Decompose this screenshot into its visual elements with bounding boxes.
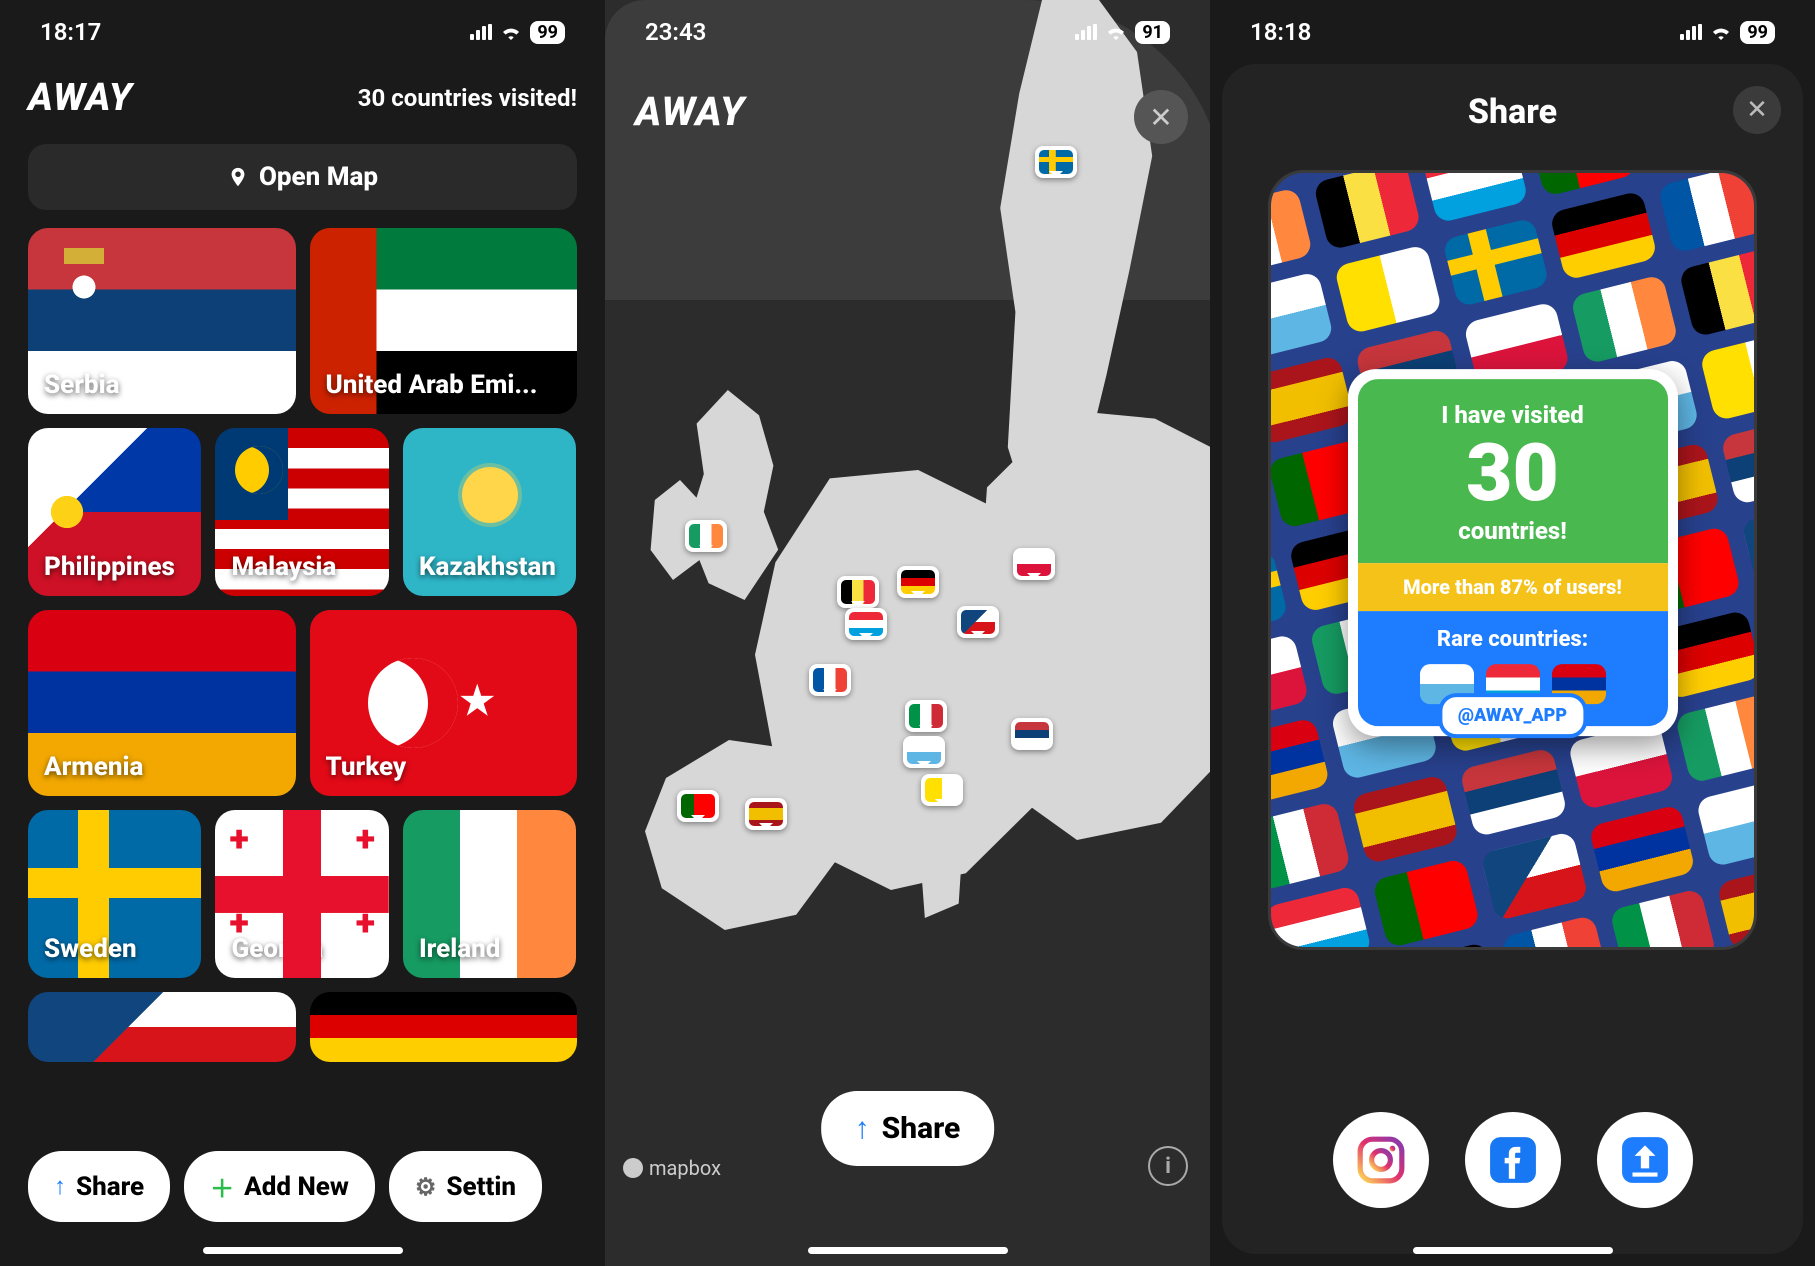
close-button[interactable]: ✕: [1733, 86, 1781, 134]
info-button[interactable]: i: [1148, 1146, 1188, 1186]
wifi-icon: [1710, 24, 1732, 40]
status-bar: 23:43 91: [605, 0, 1210, 56]
share-button[interactable]: ↑ Share: [28, 1151, 170, 1222]
sheet-header: Share ✕: [1222, 64, 1803, 150]
country-label: Serbia: [44, 370, 119, 400]
close-button[interactable]: ✕: [1134, 90, 1188, 144]
add-new-label: Add New: [244, 1172, 349, 1202]
facebook-icon: [1488, 1135, 1538, 1185]
share-instagram-button[interactable]: [1333, 1112, 1429, 1208]
status-right: 99: [1680, 21, 1775, 44]
country-card-kazakhstan[interactable]: Kazakhstan: [403, 428, 576, 596]
share-label: Share: [76, 1172, 144, 1202]
status-time: 23:43: [645, 18, 706, 46]
country-label: Armenia: [44, 752, 143, 782]
country-card-sweden[interactable]: Sweden: [28, 810, 201, 978]
share-preview: I have visited 30 countries! More than 8…: [1268, 170, 1757, 950]
status-bar: 18:18 99: [1210, 0, 1815, 56]
cellular-icon: [1075, 24, 1097, 40]
app-handle: @AWAY_APP: [1438, 693, 1587, 738]
country-card-turkey[interactable]: ★Turkey: [310, 610, 578, 796]
map-overlay: 23:43 91 AWAY ✕ ↑ Share mapbox i: [605, 0, 1210, 1266]
country-card-armenia[interactable]: Armenia: [28, 610, 296, 796]
status-time: 18:17: [40, 18, 101, 46]
plus-icon: ＋: [210, 1169, 234, 1204]
upload-icon: [1620, 1135, 1670, 1185]
status-right: 91: [1075, 21, 1170, 44]
country-label: Sweden: [44, 934, 137, 964]
open-map-button[interactable]: Open Map: [28, 144, 577, 210]
mapbox-attribution: mapbox: [623, 1156, 721, 1180]
close-icon: ✕: [1746, 95, 1768, 125]
country-card-peek[interactable]: [28, 992, 296, 1062]
info-icon: i: [1165, 1154, 1171, 1179]
open-map-label: Open Map: [259, 162, 378, 192]
screen-home: 18:17 99 AWAY 30 countries visited! Open…: [0, 0, 605, 1266]
battery-badge: 91: [1135, 21, 1170, 44]
country-label: Kazakhstan: [419, 552, 556, 582]
share-upload-button[interactable]: [1597, 1112, 1693, 1208]
share-facebook-button[interactable]: [1465, 1112, 1561, 1208]
rare-title: Rare countries:: [1368, 627, 1658, 652]
country-card-serbia[interactable]: Serbia: [28, 228, 296, 414]
mapbox-icon: [623, 1158, 643, 1178]
share-label: Share: [882, 1111, 961, 1146]
bottom-actions: ↑ Share ＋ Add New ⚙ Settin: [0, 1151, 605, 1222]
add-new-button[interactable]: ＋ Add New: [184, 1151, 375, 1222]
home-indicator[interactable]: [1413, 1247, 1613, 1254]
home-indicator[interactable]: [808, 1247, 1008, 1254]
share-card-number: 30: [1368, 433, 1658, 513]
cellular-icon: [1680, 24, 1702, 40]
gear-icon: ⚙: [415, 1173, 437, 1201]
country-label: United Arab Emi...: [326, 370, 538, 400]
mapbox-label: mapbox: [649, 1156, 721, 1180]
country-label: Turkey: [326, 752, 407, 782]
share-card-top: I have visited 30 countries!: [1358, 379, 1668, 563]
sheet-title: Share: [1468, 92, 1557, 132]
status-bar: 18:17 99: [0, 0, 605, 56]
country-card-ireland[interactable]: Ireland: [403, 810, 576, 978]
wifi-icon: [500, 24, 522, 40]
country-card-philippines[interactable]: Philippines: [28, 428, 201, 596]
settings-label: Settin: [446, 1172, 516, 1202]
share-targets: [1222, 1112, 1803, 1208]
share-sheet: Share ✕ I have visited 30 countries! Mor…: [1222, 64, 1803, 1254]
screen-map: 23:43 91 AWAY ✕ ↑ Share mapbox i: [605, 0, 1210, 1266]
cellular-icon: [470, 24, 492, 40]
home-indicator[interactable]: [203, 1247, 403, 1254]
app-title: AWAY: [635, 88, 745, 135]
country-card-malaysia[interactable]: Malaysia: [215, 428, 388, 596]
country-card-uae[interactable]: United Arab Emi...: [310, 228, 578, 414]
app-title: AWAY: [28, 76, 133, 120]
country-card-peek[interactable]: [310, 992, 578, 1062]
country-label: Ireland: [419, 934, 500, 964]
country-label: Malaysia: [231, 552, 336, 582]
country-grid: Serbia United Arab Emi... Philippines Malay…: [0, 228, 605, 978]
share-card-mid: More than 87% of users!: [1358, 563, 1668, 611]
country-card-georgia[interactable]: ++++Georgia: [215, 810, 388, 978]
country-label: Philippines: [44, 552, 175, 582]
screen-share: 18:18 99 Share ✕ I have visited 30 count…: [1210, 0, 1815, 1266]
close-icon: ✕: [1149, 101, 1172, 134]
pin-icon: [227, 166, 249, 188]
instagram-icon: [1356, 1135, 1406, 1185]
visited-count-text: 30 countries visited!: [358, 84, 577, 112]
share-button[interactable]: ↑ Share: [821, 1091, 995, 1166]
country-grid-peek: [0, 992, 605, 1062]
share-card-line1: I have visited: [1368, 401, 1658, 429]
arrow-up-icon: ↑: [855, 1111, 870, 1146]
settings-button[interactable]: ⚙ Settin: [389, 1151, 542, 1222]
status-right: 99: [470, 21, 565, 44]
share-card: I have visited 30 countries! More than 8…: [1348, 369, 1678, 736]
arrow-up-icon: ↑: [54, 1172, 66, 1201]
status-time: 18:18: [1250, 18, 1311, 46]
share-card-line2: countries!: [1368, 517, 1658, 545]
wifi-icon: [1105, 24, 1127, 40]
header: AWAY 30 countries visited!: [0, 56, 605, 130]
battery-badge: 99: [530, 21, 565, 44]
battery-badge: 99: [1740, 21, 1775, 44]
